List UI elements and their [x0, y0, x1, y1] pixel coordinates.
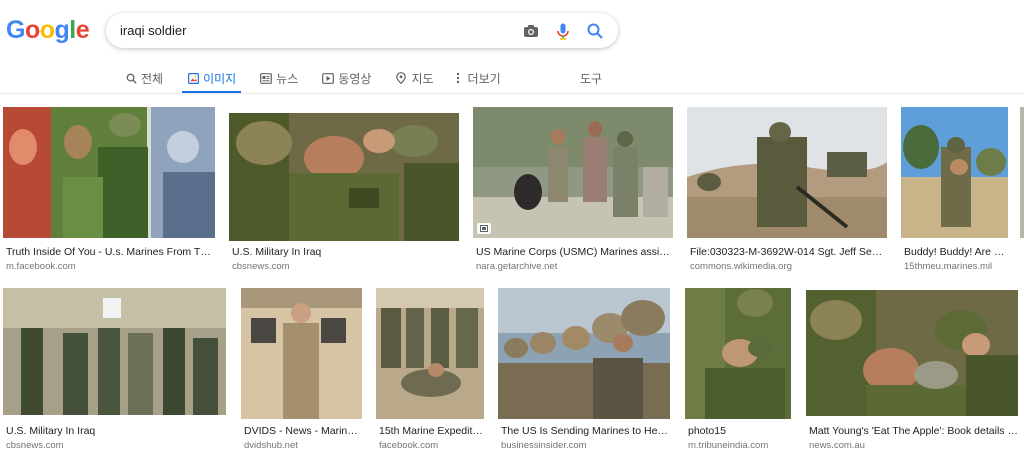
logo-letter: G: [6, 16, 25, 44]
image-result[interactable]: photo15 m.tribuneindia.com: [685, 288, 791, 453]
result-caption[interactable]: The US Is Sending Marines to Help Iraq..…: [501, 425, 670, 437]
result-source[interactable]: news.com.au: [809, 440, 1018, 451]
result-source[interactable]: 15thmeu.marines.mil: [904, 261, 1008, 272]
microphone-icon[interactable]: [552, 20, 574, 42]
result-source[interactable]: m.facebook.com: [6, 261, 215, 272]
tab-label: 전체: [141, 71, 164, 86]
result-thumbnail[interactable]: [687, 107, 887, 238]
result-thumbnail[interactable]: [229, 113, 459, 241]
more-vert-icon: [452, 72, 464, 84]
search-icon: [125, 72, 137, 84]
image-result[interactable]: U.S. Military In Iraq cbsnews.com: [3, 288, 226, 453]
search-box: [106, 13, 618, 48]
result-thumbnail[interactable]: [685, 288, 791, 419]
image-result[interactable]: The US Is Sending Marines to Help Iraq..…: [498, 288, 670, 453]
video-icon: [322, 72, 335, 84]
google-logo[interactable]: Google: [6, 16, 90, 45]
tab-label: 뉴스: [276, 71, 299, 86]
tab-label: 이미지: [203, 71, 237, 86]
map-pin-icon: [395, 72, 407, 84]
result-caption[interactable]: U.S. Military In Iraq: [232, 246, 457, 258]
result-thumbnail[interactable]: [473, 107, 673, 238]
image-result[interactable]: U.S. Military In Iraq cbsnews.com: [229, 107, 459, 272]
image-badge-icon: [477, 223, 491, 234]
header-divider: [0, 93, 1024, 94]
result-thumbnail[interactable]: [901, 107, 1008, 238]
result-source[interactable]: facebook.com: [379, 440, 484, 451]
image-result[interactable]: US Marine Corps (USMC) Marines assigned …: [473, 107, 673, 272]
image-result[interactable]: Truth Inside Of You - U.s. Marines From …: [3, 107, 215, 272]
image-result[interactable]: DVIDS - News - Marines an... dvidshub.ne…: [241, 288, 362, 453]
result-source[interactable]: cbsnews.com: [232, 261, 457, 272]
result-thumbnail[interactable]: [806, 290, 1018, 416]
image-result[interactable]: Matt Young's 'Eat The Apple': Book detai…: [806, 288, 1018, 453]
result-caption[interactable]: Truth Inside Of You - U.s. Marines From …: [6, 246, 215, 258]
tab-videos[interactable]: 동영상: [317, 64, 376, 92]
tab-label: 지도: [411, 71, 434, 86]
result-caption[interactable]: US Marine Corps (USMC) Marines assigned …: [476, 246, 673, 258]
image-result[interactable]: Buddy! Buddy! Are you ... 15thmeu.marine…: [901, 107, 1008, 272]
search-input[interactable]: [120, 13, 510, 48]
result-caption[interactable]: photo15: [688, 425, 791, 437]
result-thumbnail[interactable]: [498, 288, 670, 419]
tab-more[interactable]: 더보기: [447, 64, 506, 92]
result-source[interactable]: commons.wikimedia.org: [690, 261, 887, 272]
result-thumbnail[interactable]: [3, 107, 215, 238]
image-result-partial[interactable]: [1020, 107, 1024, 238]
logo-letter: o: [39, 16, 55, 44]
tools-button[interactable]: 도구: [580, 70, 602, 87]
result-thumbnail[interactable]: [376, 288, 484, 419]
result-source[interactable]: m.tribuneindia.com: [688, 440, 791, 451]
result-caption[interactable]: File:030323-M-3692W-014 Sgt. Jeff Seabau…: [690, 246, 887, 258]
tab-maps[interactable]: 지도: [390, 64, 438, 92]
result-source[interactable]: dvidshub.net: [244, 440, 362, 451]
logo-letter: g: [54, 16, 70, 44]
logo-letter: e: [75, 16, 90, 44]
search-icon[interactable]: [584, 20, 606, 42]
camera-icon[interactable]: [520, 20, 542, 42]
tab-label: 더보기: [467, 71, 501, 86]
result-source[interactable]: businessinsider.com: [501, 440, 670, 451]
search-tabs: 전체 이미지 뉴스 동영상 지도 더보기: [120, 64, 506, 94]
result-caption[interactable]: 15th Marine Expedition...: [379, 425, 484, 437]
result-caption[interactable]: Matt Young's 'Eat The Apple': Book detai…: [809, 425, 1018, 437]
result-source[interactable]: cbsnews.com: [6, 440, 226, 451]
image-result[interactable]: 15th Marine Expedition... facebook.com: [376, 288, 484, 453]
result-caption[interactable]: U.S. Military In Iraq: [6, 425, 226, 437]
tab-news[interactable]: 뉴스: [255, 64, 303, 92]
result-caption[interactable]: DVIDS - News - Marines an...: [244, 425, 362, 437]
result-caption[interactable]: Buddy! Buddy! Are you ...: [904, 246, 1008, 258]
tab-label: 동영상: [338, 71, 372, 86]
tab-images[interactable]: 이미지: [182, 64, 242, 94]
logo-letter: o: [24, 16, 40, 44]
result-thumbnail[interactable]: [3, 288, 226, 415]
image-icon: [187, 72, 199, 84]
result-thumbnail[interactable]: [241, 288, 362, 419]
result-source[interactable]: nara.getarchive.net: [476, 261, 673, 272]
news-icon: [260, 72, 273, 84]
image-result[interactable]: File:030323-M-3692W-014 Sgt. Jeff Seabau…: [687, 107, 887, 272]
search-actions: [520, 20, 606, 42]
tab-all[interactable]: 전체: [120, 64, 168, 92]
